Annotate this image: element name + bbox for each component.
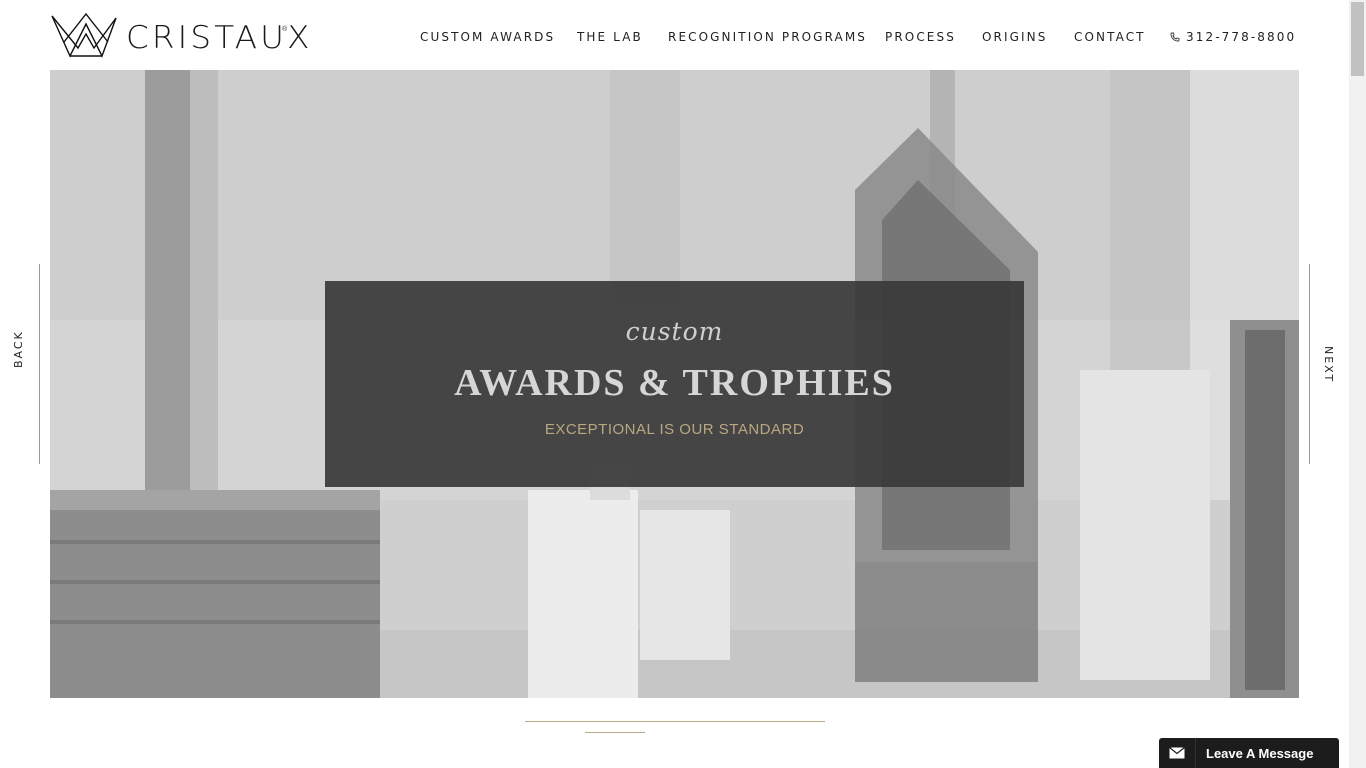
phone-number: 312-778-8800	[1186, 30, 1297, 44]
logo[interactable]: CRISTAUX ®	[50, 12, 309, 60]
next-divider	[1309, 264, 1310, 464]
envelope-icon	[1159, 738, 1196, 768]
page-scrollbar[interactable]	[1349, 0, 1366, 768]
nav-process[interactable]: PROCESS	[885, 30, 956, 44]
next-label: NEXT	[1322, 346, 1335, 384]
slider-next-button[interactable]: NEXT	[1309, 264, 1339, 464]
nav-origins[interactable]: ORIGINS	[982, 30, 1047, 44]
section-divider-short	[585, 732, 645, 733]
hero-kicker: custom	[625, 317, 724, 346]
back-label: BACK	[12, 330, 25, 368]
section-divider	[525, 721, 825, 722]
page: CRISTAUX ® CUSTOM AWARDS THE LAB RECOGNI…	[0, 0, 1366, 768]
nav-custom-awards[interactable]: CUSTOM AWARDS	[420, 30, 555, 44]
hero-title: AWARDS & TROPHIES	[454, 362, 895, 404]
nav-contact[interactable]: CONTACT	[1074, 30, 1146, 44]
nav-recognition-programs[interactable]: RECOGNITION PROGRAMS	[668, 30, 867, 44]
phone-icon	[1170, 32, 1180, 42]
hero-slider: custom AWARDS & TROPHIES EXCEPTIONAL IS …	[50, 70, 1299, 698]
hero-caption-panel: custom AWARDS & TROPHIES EXCEPTIONAL IS …	[325, 281, 1024, 487]
slider-back-button[interactable]: BACK	[10, 264, 40, 464]
crown-logo-icon	[51, 12, 117, 58]
scrollbar-thumb[interactable]	[1351, 2, 1364, 76]
back-divider	[39, 264, 40, 464]
leave-message-label: Leave A Message	[1206, 745, 1314, 761]
nav-phone[interactable]: 312-778-8800	[1170, 30, 1296, 44]
nav-the-lab[interactable]: THE LAB	[577, 30, 643, 44]
hero-subtitle: EXCEPTIONAL IS OUR STANDARD	[544, 421, 805, 438]
leave-message-button[interactable]: Leave A Message	[1159, 738, 1339, 768]
registered-mark: ®	[282, 26, 288, 33]
